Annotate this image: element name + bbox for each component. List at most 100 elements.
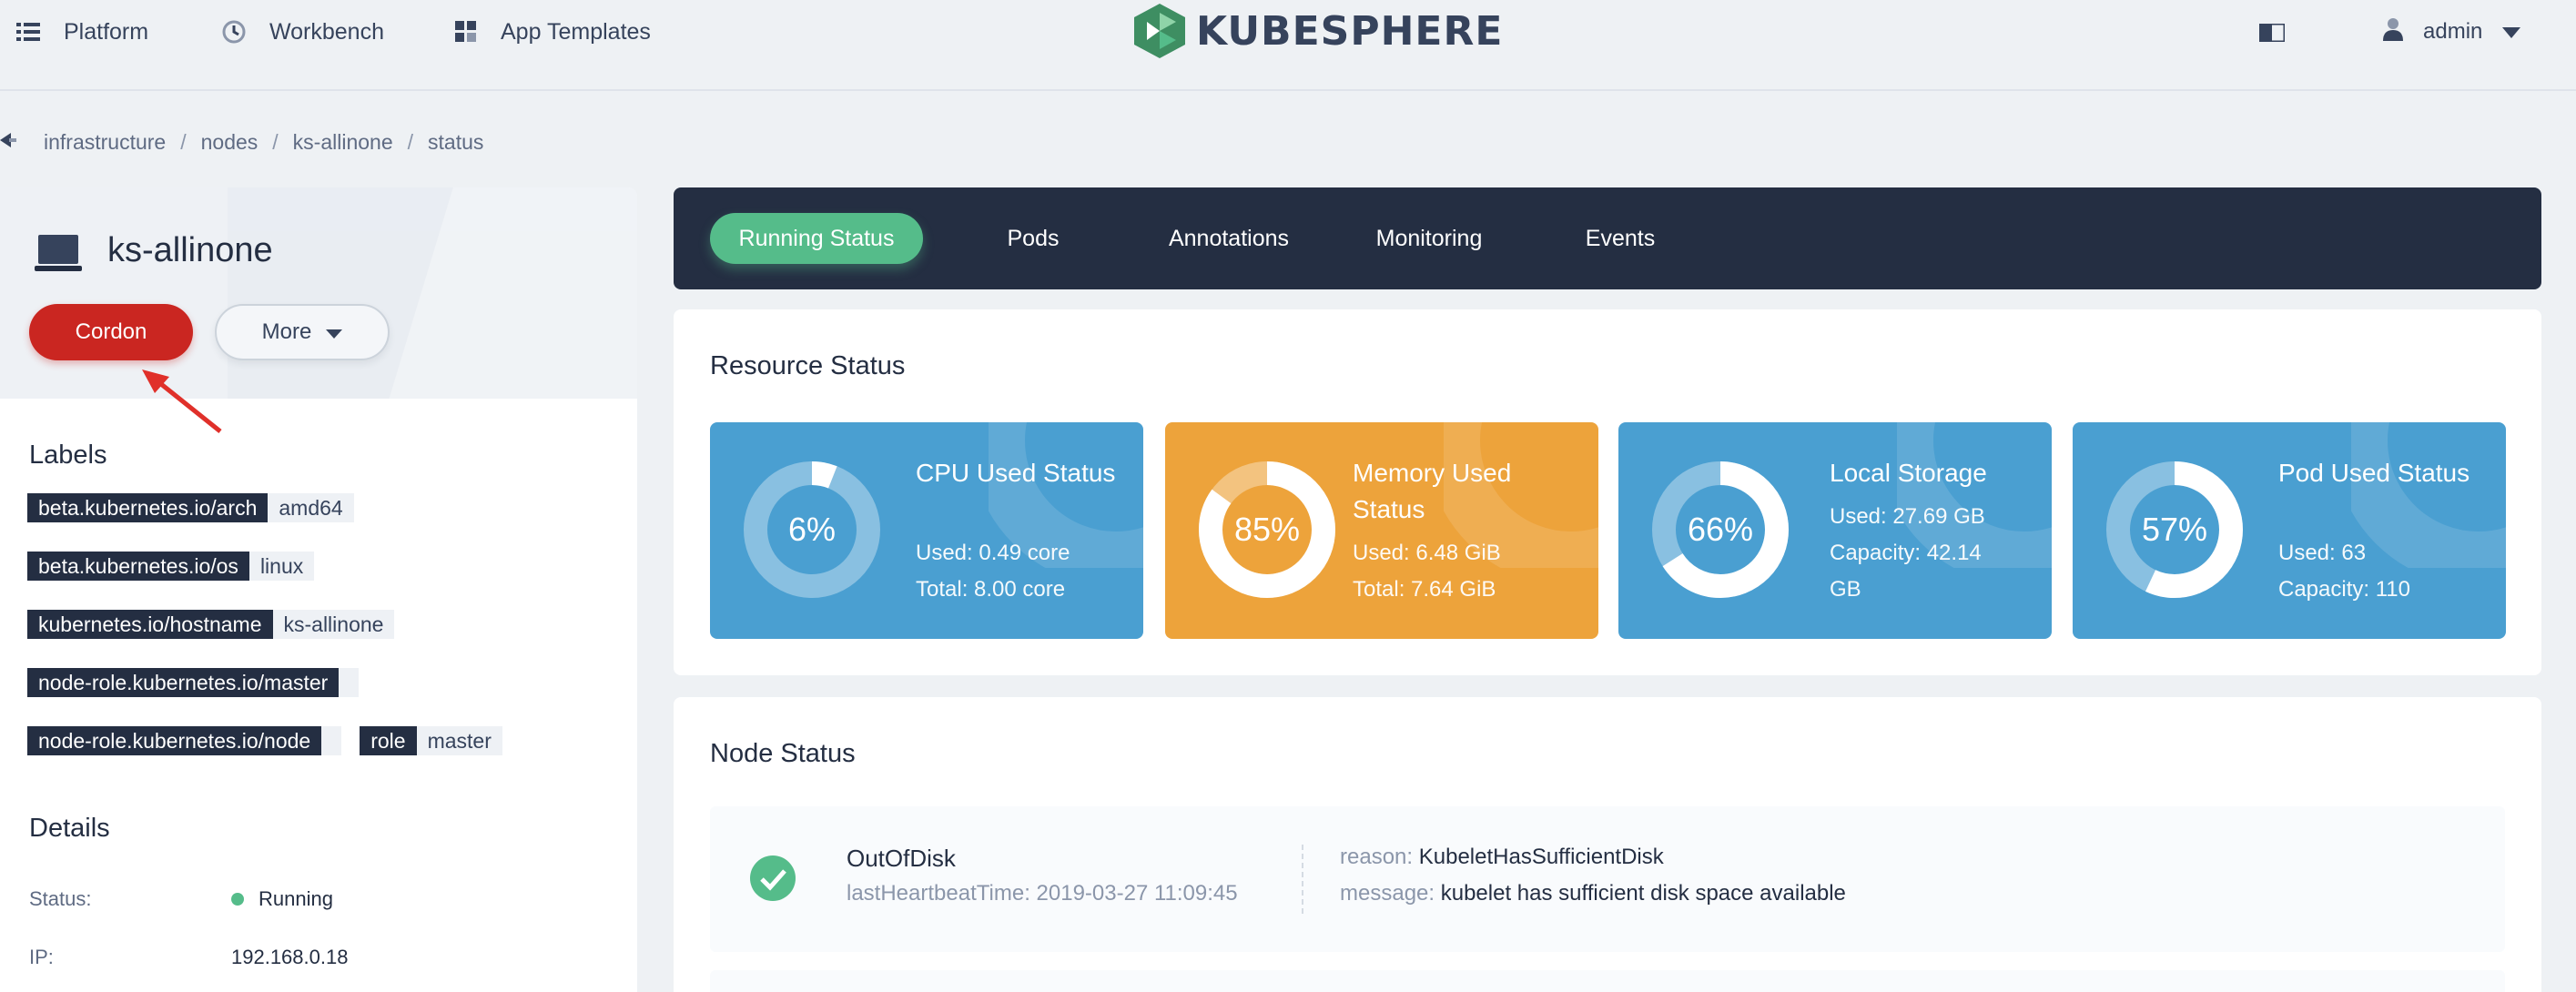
label-key: node-role.kubernetes.io/node [27,726,322,755]
label-key: beta.kubernetes.io/os [27,552,249,581]
condition-message: message: kubelet has sufficient disk spa… [1340,881,1846,906]
grid-icon [455,21,477,43]
labels-title: Labels [29,440,107,470]
label-value [321,726,342,755]
more-button[interactable]: More [215,304,390,360]
running-status-dot [231,893,244,906]
pod-usage-percent: 57% [2141,511,2208,548]
kubesphere-logo[interactable]: KUBESPHERE [1134,4,1503,58]
cordon-button[interactable]: Cordon [29,304,193,360]
caret-down-icon [326,319,343,345]
breadcrumb-nodes[interactable]: nodes [201,130,259,155]
message-key: message: [1340,881,1435,906]
clock-icon [222,20,246,44]
label-key: node-role.kubernetes.io/master [27,668,340,697]
logo-text: KUBESPHERE [1196,7,1504,55]
annotation-arrow [137,366,228,443]
caret-down-icon [2502,19,2521,45]
node-name-title: ks-allinone [107,231,273,269]
memory-used: Used: 6.48 GiB [1353,541,1501,565]
node-header: ks-allinone Cordon More [0,187,637,399]
detail-ip-value: 192.168.0.18 [231,946,349,968]
kubesphere-logo-icon [1134,4,1185,58]
nav-platform[interactable]: Platform [16,0,148,64]
cpu-usage-card: 6% CPU Used Status Used: 0.49 core Total… [710,422,1143,639]
label-item: kubernetes.io/hostname ks-allinone [27,610,395,639]
label-value: master [416,726,502,755]
condition-row [710,970,2505,992]
label-item: beta.kubernetes.io/arch amd64 [27,493,354,522]
storage-capacity: Capacity: 42.14 GB [1830,541,1982,602]
label-value [339,668,360,697]
pods-capacity: Capacity: 110 [2278,577,2410,602]
more-button-label: More [261,319,312,344]
breadcrumb-node-name[interactable]: ks-allinone [293,130,393,155]
condition-type: OutOfDisk [847,845,956,872]
cpu-total: Total: 8.00 core [916,577,1066,602]
tab-running-status[interactable]: Running Status [710,213,923,264]
storage-used: Used: 27.69 GB [1830,504,1985,529]
tab-pods[interactable]: Pods [965,213,1101,264]
reason-value: KubeletHasSufficientDisk [1418,845,1664,869]
detail-tabs: Running Status Pods Annotations Monitori… [674,187,2541,289]
detail-ip-label: IP: [29,946,54,968]
tab-monitoring[interactable]: Monitoring [1347,213,1511,264]
status-text: Running [259,887,333,910]
details-title: Details [29,814,110,843]
condition-heartbeat: lastHeartbeatTime: 2019-03-27 11:09:45 [847,881,1238,906]
nav-workbench[interactable]: Workbench [222,0,384,64]
nav-workbench-label: Workbench [269,18,384,45]
reason-key: reason: [1340,845,1414,869]
pod-usage-card: 57% Pod Used Status Used: 63 Capacity: 1… [2073,422,2506,639]
memory-usage-title: Memory Used Status [1353,459,1512,523]
node-status-title: Node Status [710,739,856,768]
check-circle-icon [750,855,796,906]
nav-app-templates-label: App Templates [501,18,651,45]
condition-reason: reason: KubeletHasSufficientDisk [1340,845,1664,870]
node-detail-panel: ks-allinone Cordon More Labels beta.kube… [0,187,637,992]
detail-status-label: Status: [29,887,92,910]
pods-used: Used: 63 [2278,541,2367,565]
label-key: beta.kubernetes.io/arch [27,493,269,522]
label-value: amd64 [268,493,354,522]
memory-usage-percent: 85% [1233,511,1301,548]
breadcrumb-status: status [428,129,484,154]
laptop-icon [35,235,82,278]
memory-total: Total: 7.64 GiB [1353,577,1496,602]
memory-usage-card: 85% Memory Used Status Used: 6.48 GiB To… [1165,422,1598,639]
resource-status-title: Resource Status [710,351,906,380]
pod-usage-title: Pod Used Status [2278,459,2470,487]
user-menu[interactable]: admin [2383,0,2521,64]
user-name: admin [2423,19,2483,44]
top-navbar: Platform Workbench App Templates KUBESPH… [0,0,2576,91]
header-decoration [228,187,637,399]
node-status-card: Node Status OutOfDisk lastHeartbeatTime:… [674,697,2541,992]
list-icon [16,22,40,42]
label-value: ks-allinone [272,610,395,639]
label-key: kubernetes.io/hostname [27,610,273,639]
tab-annotations[interactable]: Annotations [1147,213,1311,264]
label-value: linux [248,552,315,581]
notification-icon[interactable] [2257,22,2287,46]
message-value: kubelet has sufficient disk space availa… [1440,881,1846,906]
resource-status-card: Resource Status 6% CPU Used Status Used:… [674,309,2541,675]
condition-divider [1302,845,1303,914]
breadcrumb-infrastructure[interactable]: infrastructure [44,130,166,155]
cpu-usage-percent: 6% [787,511,837,548]
label-item: node-role.kubernetes.io/master [27,668,360,697]
back-icon[interactable] [0,130,20,155]
label-key: role [360,726,417,755]
label-item: beta.kubernetes.io/os linux [27,552,315,581]
nav-app-templates[interactable]: App Templates [455,0,651,64]
local-storage-title: Local Storage [1830,459,1987,487]
cpu-used: Used: 0.49 core [916,541,1070,565]
label-item: node-role.kubernetes.io/node role master [27,726,502,755]
condition-row: OutOfDisk lastHeartbeatTime: 2019-03-27 … [710,806,2505,952]
tab-events[interactable]: Events [1547,213,1693,264]
nav-platform-label: Platform [64,18,149,45]
detail-status-value: Running [231,885,333,914]
breadcrumb: infrastructure / nodes / ks-allinone / s… [0,127,483,157]
local-storage-percent: 66% [1687,511,1754,548]
user-icon [2383,17,2403,47]
local-storage-card: 66% Local Storage Used: 27.69 GB Capacit… [1618,422,2052,639]
